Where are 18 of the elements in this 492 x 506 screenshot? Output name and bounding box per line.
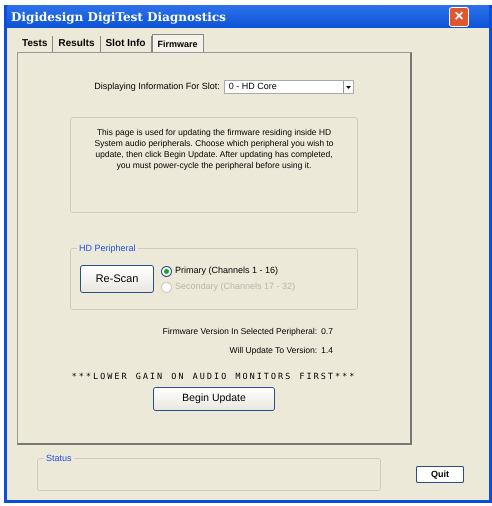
close-button[interactable]: × — [449, 6, 469, 26]
radio-label[interactable]: Primary (Channels 1 - 16) — [175, 264, 278, 278]
window-title: Digidesign DigiTest Diagnostics — [11, 8, 226, 26]
quit-button[interactable]: Quit — [416, 466, 464, 483]
version-label: Will Update To Version: — [229, 344, 318, 356]
version-label: Firmware Version In Selected Peripheral: — [162, 325, 318, 338]
rescan-button[interactable]: Re-Scan — [80, 265, 154, 293]
info-text: This page is used for updating the firmware residing inside HD System audio peripherals. Choose which peripheral you wish to update, then click Begin Update. After updating has completed, you must power-cycle the peripheral before using it. — [93, 127, 335, 171]
begin-update-button[interactable]: Begin Update — [153, 387, 275, 412]
radio-button[interactable] — [161, 266, 172, 276]
version-value: 0.7 — [321, 325, 333, 338]
warning-text: ***LOWER GAIN ON AUDIO MONITORS FIRST*** — [72, 370, 356, 384]
slot-label: Displaying Information For Slot: — [94, 80, 220, 94]
dropdown-arrow-icon — [346, 86, 351, 88]
tab[interactable]: Firmware — [152, 34, 204, 52]
group-title: HD Peripheral — [77, 242, 138, 256]
version-value: 1.4 — [321, 344, 333, 356]
slot-dropdown[interactable]: 0 - HD Core — [224, 80, 354, 94]
